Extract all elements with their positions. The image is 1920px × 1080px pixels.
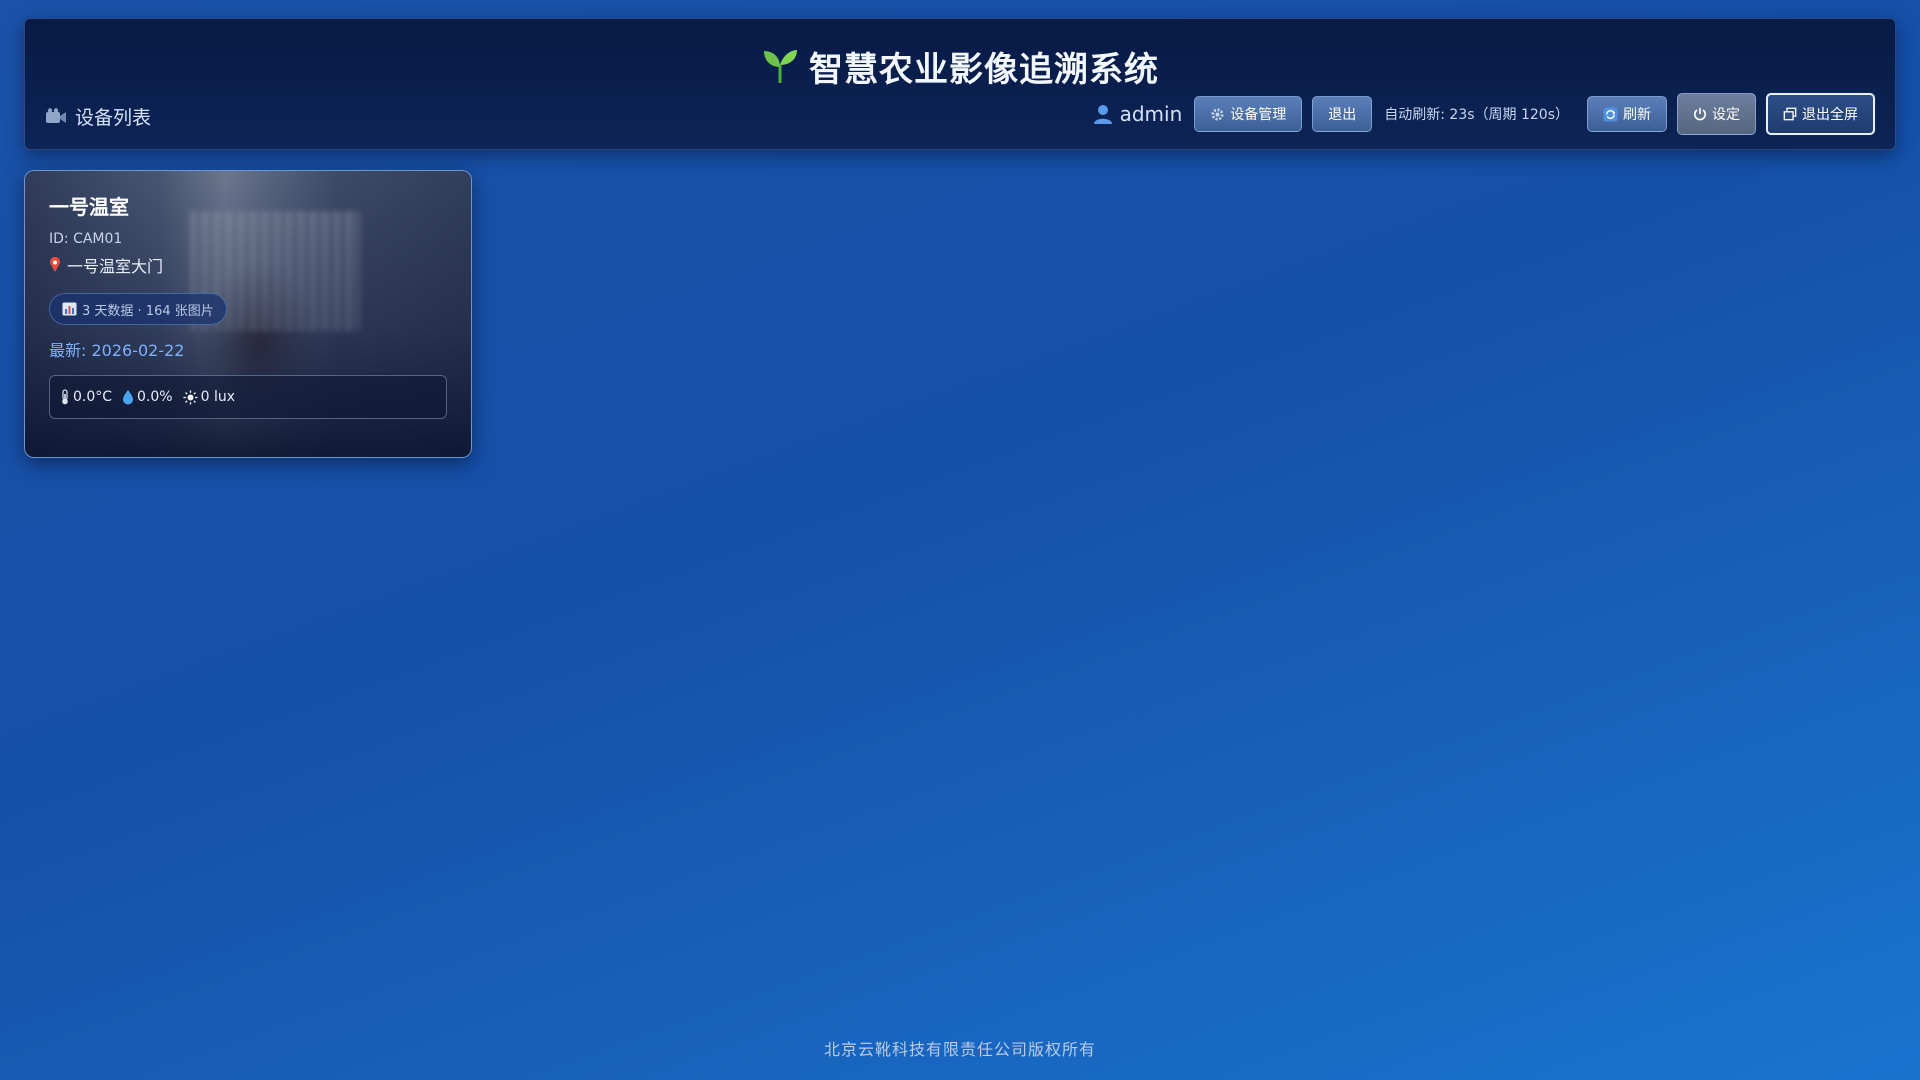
water-drop-icon xyxy=(122,389,134,405)
device-card-content: 一号温室 ID: CAM01 一号温室大门 3 天数据 · 164 张图片 最新… xyxy=(25,171,471,457)
sun-icon xyxy=(183,389,198,405)
logout-button[interactable]: 退出 xyxy=(1312,96,1373,132)
restore-window-icon xyxy=(1783,107,1797,121)
device-card[interactable]: 一号温室 ID: CAM01 一号温室大门 3 天数据 · 164 张图片 最新… xyxy=(24,170,472,458)
footer-copyright: 北京云靴科技有限责任公司版权所有 xyxy=(823,1040,1096,1059)
gear-icon xyxy=(1210,107,1225,122)
settings-label: 设定 xyxy=(1712,107,1740,123)
exit-fullscreen-label: 退出全屏 xyxy=(1802,107,1858,123)
page-title-text: 智慧农业影像追溯系统 xyxy=(809,50,1159,90)
refresh-label: 刷新 xyxy=(1623,107,1651,123)
user-icon xyxy=(1092,103,1114,125)
data-stats-badge[interactable]: 3 天数据 · 164 张图片 xyxy=(49,293,227,325)
latest-date: 最新: 2026-02-22 xyxy=(49,341,185,360)
device-list-heading: 设备列表 xyxy=(45,103,151,130)
device-location-text: 一号温室大门 xyxy=(67,257,164,276)
sensor-readings: 0.0°C 0.0% 0 lux xyxy=(49,375,447,419)
auto-refresh-status: 自动刷新: 23s（周期 120s） xyxy=(1384,107,1569,123)
sprout-icon xyxy=(761,47,799,85)
thermometer-icon xyxy=(60,389,70,405)
device-list-label: 设备列表 xyxy=(75,107,152,129)
light-reading: 0 lux xyxy=(183,389,235,405)
power-icon xyxy=(1693,107,1707,121)
header-toolbar: admin 设备管理 退出 自动刷新: 23s（周期 120s） 刷新 设定 退… xyxy=(1092,93,1875,135)
light-value: 0 lux xyxy=(200,389,236,405)
device-name: 一号温室 xyxy=(49,195,129,219)
temperature-reading: 0.0°C xyxy=(60,389,112,405)
pin-icon xyxy=(49,257,61,273)
humidity-reading: 0.0% xyxy=(122,389,173,405)
current-user: admin xyxy=(1092,102,1183,126)
data-stats-text: 3 天数据 · 164 张图片 xyxy=(82,303,214,319)
device-location: 一号温室大门 xyxy=(49,253,447,277)
logout-label: 退出 xyxy=(1328,107,1357,123)
video-camera-icon xyxy=(45,107,67,126)
top-header: 智慧农业影像追溯系统 设备列表 admin 设备管理 退出 自动刷新: 23s（… xyxy=(24,18,1896,150)
device-manage-button[interactable]: 设备管理 xyxy=(1194,96,1303,132)
device-manage-label: 设备管理 xyxy=(1230,107,1287,123)
user-name: admin xyxy=(1119,102,1183,126)
humidity-value: 0.0% xyxy=(137,389,173,405)
temperature-value: 0.0°C xyxy=(73,389,113,405)
refresh-button[interactable]: 刷新 xyxy=(1587,96,1667,132)
device-id: ID: CAM01 xyxy=(49,231,123,247)
settings-button[interactable]: 设定 xyxy=(1677,93,1756,135)
refresh-icon xyxy=(1603,106,1618,122)
bar-chart-icon xyxy=(62,302,77,316)
exit-fullscreen-button[interactable]: 退出全屏 xyxy=(1766,93,1875,135)
page-title: 智慧农业影像追溯系统 xyxy=(25,47,1895,87)
